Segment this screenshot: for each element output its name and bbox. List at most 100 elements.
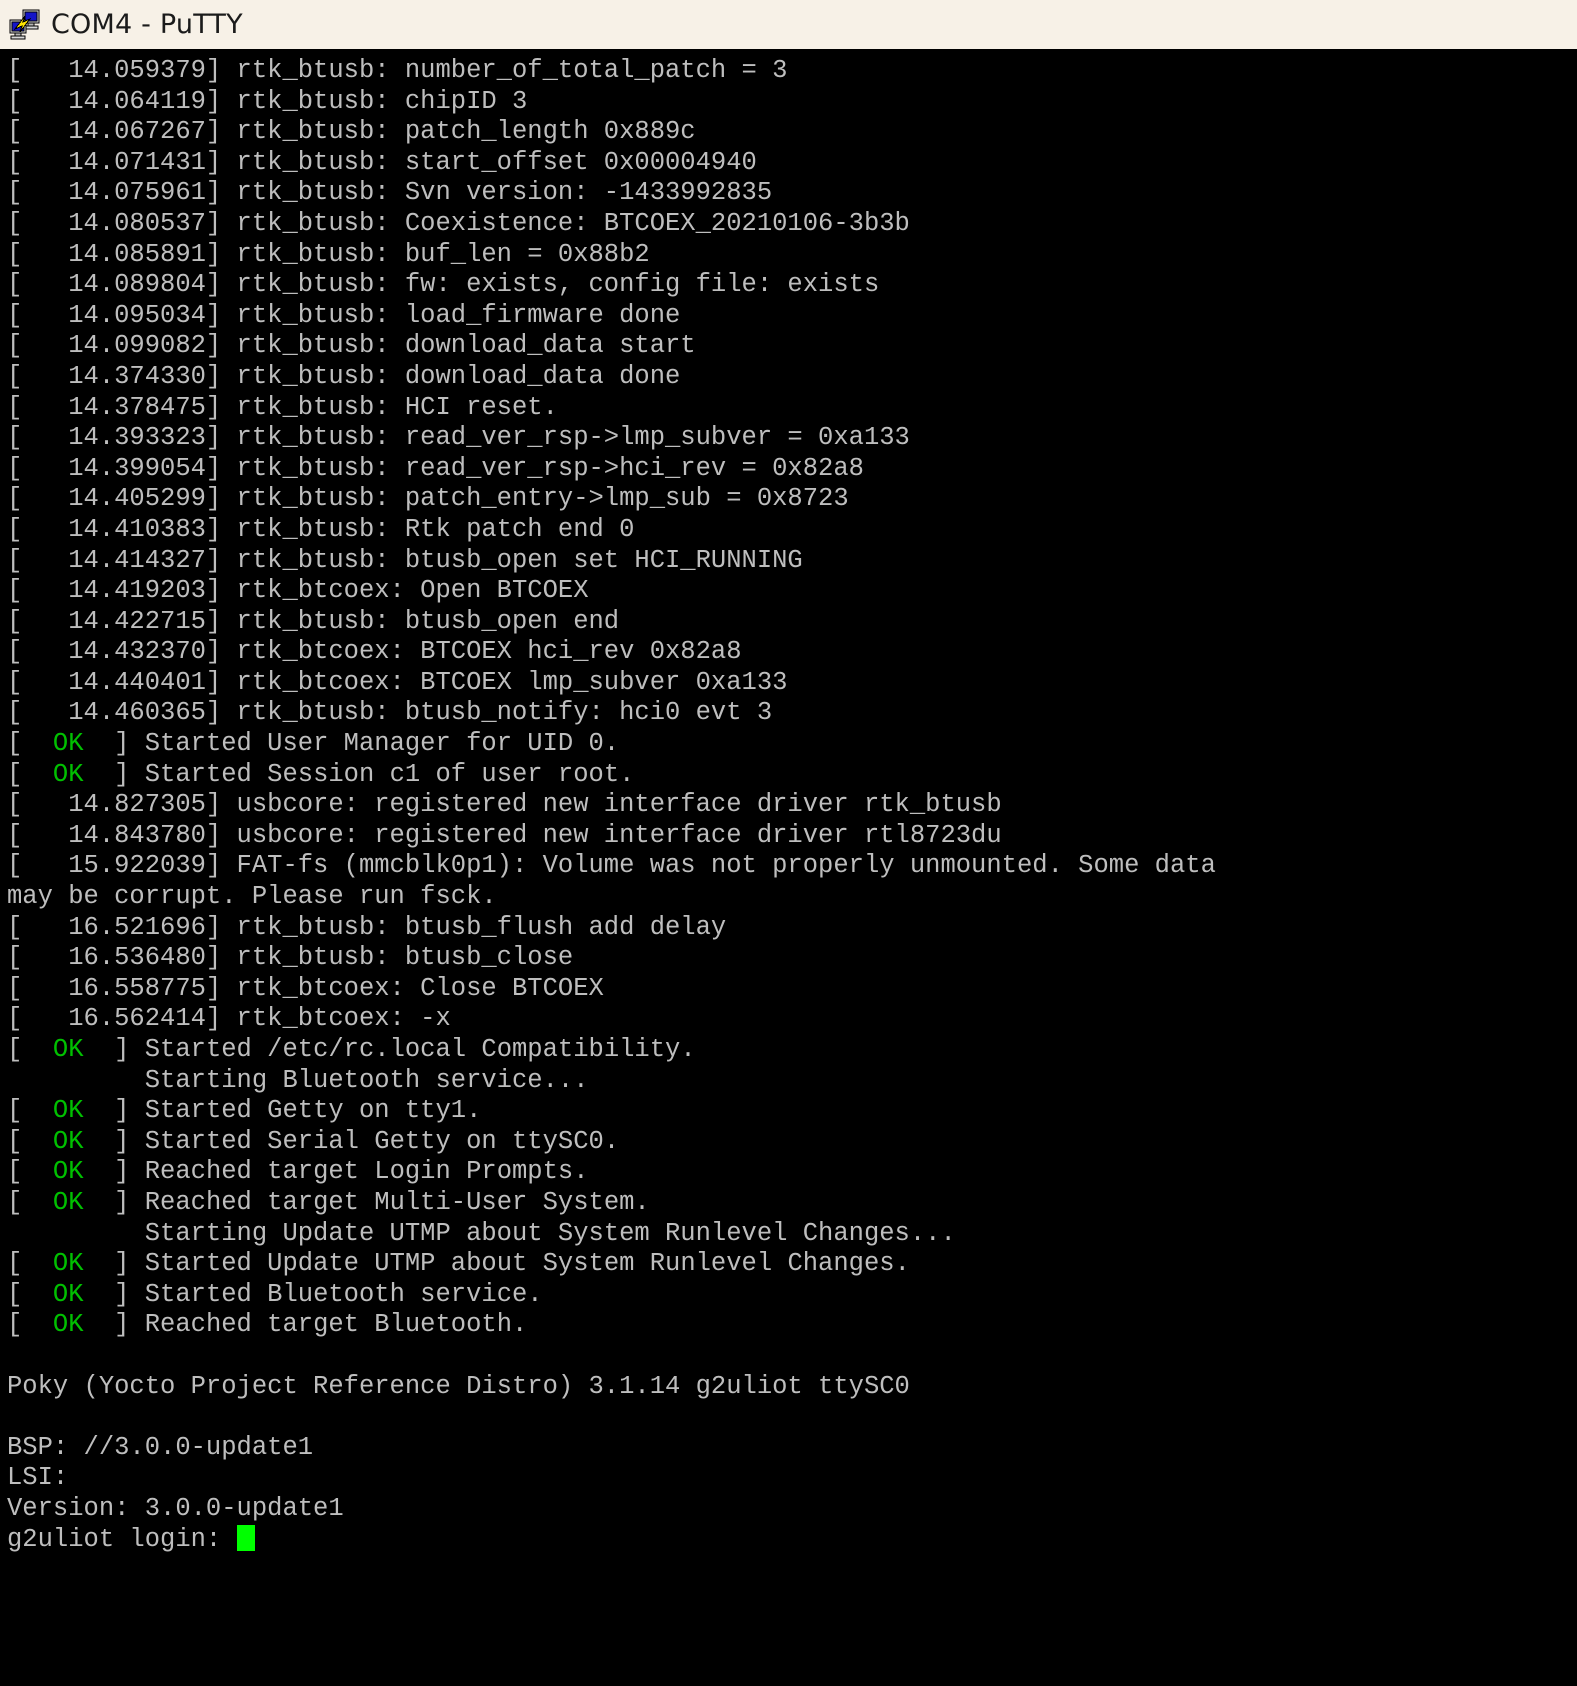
line-message: [ 14.075961] rtk_btusb: Svn version: -14…: [7, 178, 773, 208]
line-prefix: [: [7, 1310, 53, 1340]
terminal-line: [ 14.422715] rtk_btusb: btusb_open end: [7, 607, 1577, 638]
terminal-line: [ OK ] Reached target Login Prompts.: [7, 1157, 1577, 1188]
terminal-line: Starting Bluetooth service...: [7, 1066, 1577, 1097]
terminal-line: [ 15.922039] FAT-fs (mmcblk0p1): Volume …: [7, 851, 1577, 882]
login-prompt-line: g2uliot login:: [7, 1524, 1577, 1556]
terminal-line: [ 14.378475] rtk_btusb: HCI reset.: [7, 393, 1577, 424]
terminal-line: [ 14.460365] rtk_btusb: btusb_notify: hc…: [7, 698, 1577, 729]
terminal-line: BSP: //3.0.0-update1: [7, 1433, 1577, 1464]
line-prefix: [: [7, 1126, 53, 1156]
line-message: ] Started Serial Getty on ttySC0.: [83, 1126, 620, 1156]
line-message: [ 14.393323] rtk_btusb: read_ver_rsp->lm…: [7, 423, 910, 453]
window-titlebar[interactable]: COM4 - PuTTY: [0, 0, 1577, 49]
status-ok-badge: OK: [52, 1279, 84, 1309]
status-ok-badge: OK: [52, 1310, 84, 1340]
terminal-line: [ 14.414327] rtk_btusb: btusb_open set H…: [7, 546, 1577, 577]
line-message: Starting Update UTMP about System Runlev…: [7, 1218, 956, 1248]
line-message: [ 14.064119] rtk_btusb: chipID 3: [7, 86, 528, 116]
line-message: [ 14.095034] rtk_btusb: load_firmware do…: [7, 300, 681, 330]
line-message: ] Started Bluetooth service.: [83, 1279, 543, 1309]
line-prefix: [: [7, 1249, 53, 1279]
line-message: [ 14.843780] usbcore: registered new int…: [7, 820, 1002, 850]
line-message: [ 14.827305] usbcore: registered new int…: [7, 790, 1002, 820]
terminal-line: [ OK ] Started Getty on tty1.: [7, 1096, 1577, 1127]
line-message: [ 14.440401] rtk_btcoex: BTCOEX lmp_subv…: [7, 667, 788, 697]
line-message: [ 16.536480] rtk_btusb: btusb_close: [7, 943, 574, 973]
line-message: [ 16.521696] rtk_btusb: btusb_flush add …: [7, 912, 727, 942]
terminal-line: [ 14.064119] rtk_btusb: chipID 3: [7, 87, 1577, 118]
terminal-line: [ 16.562414] rtk_btcoex: -x: [7, 1004, 1577, 1035]
line-message: Starting Bluetooth service...: [7, 1065, 589, 1095]
terminal-line: [ 14.393323] rtk_btusb: read_ver_rsp->lm…: [7, 423, 1577, 454]
status-ok-badge: OK: [52, 759, 84, 789]
line-message: [ 14.085891] rtk_btusb: buf_len = 0x88b2: [7, 239, 650, 269]
terminal-line: [ 14.440401] rtk_btcoex: BTCOEX lmp_subv…: [7, 668, 1577, 699]
status-ok-badge: OK: [52, 729, 84, 759]
status-ok-badge: OK: [52, 1126, 84, 1156]
terminal-line: [ OK ] Started User Manager for UID 0.: [7, 729, 1577, 760]
line-message: ] Reached target Bluetooth.: [83, 1310, 528, 1340]
terminal-line: [ 16.521696] rtk_btusb: btusb_flush add …: [7, 913, 1577, 944]
terminal-line: [ 14.080537] rtk_btusb: Coexistence: BTC…: [7, 209, 1577, 240]
terminal-line: [ OK ] Started Serial Getty on ttySC0.: [7, 1127, 1577, 1158]
status-ok-badge: OK: [52, 1187, 84, 1217]
terminal-line: [ 14.405299] rtk_btusb: patch_entry->lmp…: [7, 484, 1577, 515]
line-message: [ 14.067267] rtk_btusb: patch_length 0x8…: [7, 117, 696, 147]
status-ok-badge: OK: [52, 1096, 84, 1126]
line-message: [ 16.558775] rtk_btcoex: Close BTCOEX: [7, 973, 604, 1003]
terminal-line: [ OK ] Started Session c1 of user root.: [7, 760, 1577, 791]
terminal-line: Poky (Yocto Project Reference Distro) 3.…: [7, 1372, 1577, 1403]
line-prefix: [: [7, 1279, 53, 1309]
status-ok-badge: OK: [52, 1249, 84, 1279]
line-message: [ 14.432370] rtk_btcoex: BTCOEX hci_rev …: [7, 637, 742, 667]
line-prefix: [: [7, 1157, 53, 1187]
line-message: LSI:: [7, 1463, 69, 1493]
line-prefix: [: [7, 759, 53, 789]
terminal-line: [ 16.536480] rtk_btusb: btusb_close: [7, 943, 1577, 974]
login-prompt-label: g2uliot login:: [7, 1524, 237, 1554]
terminal-line: Starting Update UTMP about System Runlev…: [7, 1219, 1577, 1250]
terminal-line: [ OK ] Reached target Bluetooth.: [7, 1310, 1577, 1341]
line-message: Version: 3.0.0-update1: [7, 1493, 344, 1523]
window-title: COM4 - PuTTY: [51, 9, 243, 40]
line-message: [ 14.089804] rtk_btusb: fw: exists, conf…: [7, 270, 880, 300]
line-message: [ 14.080537] rtk_btusb: Coexistence: BTC…: [7, 208, 910, 238]
terminal-line: [ OK ] Reached target Multi-User System.: [7, 1188, 1577, 1219]
terminal-output[interactable]: [ 14.059379] rtk_btusb: number_of_total_…: [0, 49, 1577, 1686]
line-message: Poky (Yocto Project Reference Distro) 3.…: [7, 1371, 910, 1401]
line-message: [ 14.399054] rtk_btusb: read_ver_rsp->hc…: [7, 453, 864, 483]
line-message: [ 14.099082] rtk_btusb: download_data st…: [7, 331, 696, 361]
line-message: ] Reached target Login Prompts.: [83, 1157, 589, 1187]
terminal-line: [ 14.095034] rtk_btusb: load_firmware do…: [7, 301, 1577, 332]
line-message: [ 15.922039] FAT-fs (mmcblk0p1): Volume …: [7, 851, 1216, 881]
line-prefix: [: [7, 1187, 53, 1217]
line-message: ] Started Update UTMP about System Runle…: [83, 1249, 910, 1279]
line-message: [ 14.071431] rtk_btusb: start_offset 0x0…: [7, 147, 757, 177]
line-message: ] Started User Manager for UID 0.: [83, 729, 620, 759]
terminal-line: [ 14.067267] rtk_btusb: patch_length 0x8…: [7, 117, 1577, 148]
terminal-line: [ 16.558775] rtk_btcoex: Close BTCOEX: [7, 974, 1577, 1005]
line-message: ] Started Getty on tty1.: [83, 1096, 482, 1126]
terminal-line: [ 14.399054] rtk_btusb: read_ver_rsp->hc…: [7, 454, 1577, 485]
terminal-line: [ 14.410383] rtk_btusb: Rtk patch end 0: [7, 515, 1577, 546]
status-ok-badge: OK: [52, 1035, 84, 1064]
line-message: [ 14.460365] rtk_btusb: btusb_notify: hc…: [7, 698, 773, 728]
terminal-line: [ 14.843780] usbcore: registered new int…: [7, 821, 1577, 852]
terminal-line: [ OK ] Started Update UTMP about System …: [7, 1249, 1577, 1280]
line-message: ] Started /etc/rc.local Compatibility.: [83, 1035, 696, 1064]
terminal-line: Version: 3.0.0-update1: [7, 1494, 1577, 1525]
terminal-line: [ 14.085891] rtk_btusb: buf_len = 0x88b2: [7, 240, 1577, 271]
line-message: ] Reached target Multi-User System.: [83, 1187, 650, 1217]
line-message: [ 14.405299] rtk_btusb: patch_entry->lmp…: [7, 484, 849, 514]
terminal-line: [ 14.419203] rtk_btcoex: Open BTCOEX: [7, 576, 1577, 607]
line-message: [ 14.414327] rtk_btusb: btusb_open set H…: [7, 545, 803, 575]
text-cursor[interactable]: [236, 1524, 255, 1551]
line-prefix: [: [7, 729, 53, 759]
terminal-line: [ 14.827305] usbcore: registered new int…: [7, 790, 1577, 821]
putty-computer-lightning-icon: [9, 9, 40, 39]
terminal-line: [ 14.099082] rtk_btusb: download_data st…: [7, 331, 1577, 362]
terminal-line: [ OK ] Started /etc/rc.local Compatibili…: [7, 1035, 1577, 1066]
line-prefix: [: [7, 1035, 53, 1064]
